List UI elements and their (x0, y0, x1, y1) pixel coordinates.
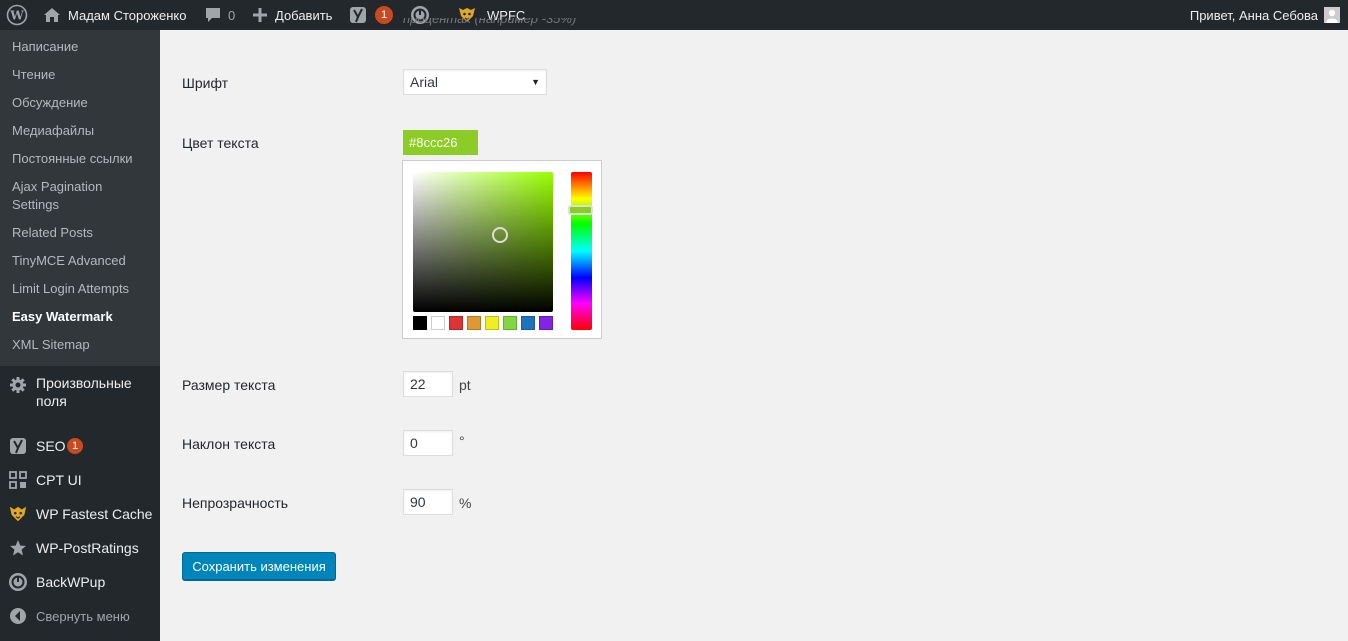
my-account-link[interactable]: Привет, Анна Себова (1190, 0, 1340, 30)
save-changes-button[interactable]: Сохранить изменения (182, 552, 336, 580)
comments-link[interactable]: 0 (204, 0, 235, 30)
submenu-item-writing[interactable]: Написание (12, 38, 152, 56)
palette-swatch-purple[interactable] (539, 316, 553, 330)
text-angle-unit: ° (459, 433, 465, 449)
seo-notification-badge: 1 (67, 438, 83, 454)
home-icon (43, 7, 61, 23)
collapse-menu-button[interactable]: Свернуть меню (0, 606, 160, 626)
palette-swatch-white[interactable] (431, 316, 445, 330)
opacity-input[interactable]: 90 (403, 489, 453, 515)
yoast-notification-badge: 1 (375, 6, 393, 24)
add-new-link[interactable]: Добавить (253, 0, 332, 30)
yoast-icon (349, 6, 367, 24)
field-description: процентах (например -35%) (403, 18, 576, 30)
text-angle-label: Наклон текста (182, 436, 276, 452)
admin-sidebar: Написание Чтение Обсуждение Медиафайлы П… (0, 30, 160, 641)
star-icon (8, 538, 28, 558)
font-select[interactable]: Arial ▼ (403, 69, 547, 95)
wordpress-logo-button[interactable]: W (6, 0, 28, 30)
menu-item-seo[interactable]: SEO 1 (0, 436, 160, 456)
menu-label-wp-fastest-cache: WP Fastest Cache (36, 506, 153, 522)
submenu-item-tinymce[interactable]: TinyMCE Advanced (12, 252, 152, 270)
backwpup-icon (8, 572, 28, 592)
submenu-item-permalinks[interactable]: Постоянные ссылки (12, 150, 152, 168)
site-name-link[interactable]: Мадам Стороженко (43, 0, 186, 30)
text-size-input[interactable]: 22 (403, 371, 453, 397)
menu-item-wp-postratings[interactable]: WP-PostRatings (0, 538, 160, 558)
submenu-item-limit-login[interactable]: Limit Login Attempts (12, 280, 152, 298)
gear-icon (8, 375, 28, 395)
font-select-value: Arial (410, 74, 439, 90)
wpfc-tiger-icon (8, 504, 28, 524)
font-label: Шрифт (182, 75, 229, 91)
submenu-item-ajax-pagination[interactable]: Ajax Pagination Settings (12, 178, 117, 214)
grid-icon (8, 470, 28, 490)
menu-label-custom-fields: Произвольные поля (36, 375, 132, 409)
admin-bar: W Мадам Стороженко 0 Добавить 1 WPFC При… (0, 0, 1348, 30)
plus-icon (253, 8, 267, 22)
comments-count: 0 (228, 7, 236, 23)
color-picker-panel (402, 160, 602, 339)
menu-item-backwpup[interactable]: BackWPup (0, 572, 160, 592)
color-picker-button[interactable]: #8ccc26 (403, 130, 478, 155)
menu-label-backwpup: BackWPup (36, 574, 106, 590)
palette-swatch-yellow[interactable] (485, 316, 499, 330)
opacity-unit: % (459, 495, 472, 511)
text-angle-input[interactable]: 0 (403, 430, 453, 456)
submenu-item-discussion[interactable]: Обсуждение (12, 94, 152, 112)
palette-swatch-blue[interactable] (521, 316, 535, 330)
wordpress-logo-icon: W (6, 4, 28, 26)
text-color-label: Цвет текста (182, 135, 259, 151)
avatar (1324, 7, 1340, 23)
comment-icon (204, 7, 222, 23)
menu-label-wp-postratings: WP-PostRatings (36, 540, 139, 556)
add-new-label: Добавить (275, 7, 333, 23)
text-size-unit: pt (459, 377, 471, 393)
submenu-item-media[interactable]: Медиафайлы (12, 122, 152, 140)
yoast-icon (8, 436, 28, 456)
hue-slider-handle[interactable] (568, 205, 593, 215)
submenu-item-related-posts[interactable]: Related Posts (12, 224, 152, 242)
palette-swatch-black[interactable] (413, 316, 427, 330)
settings-submenu: Написание Чтение Обсуждение Медиафайлы П… (0, 30, 160, 366)
svg-text:W: W (9, 9, 24, 23)
menu-item-custom-fields[interactable]: Произвольные поля (0, 374, 160, 414)
palette-swatch-green[interactable] (503, 316, 517, 330)
palette-swatch-orange[interactable] (467, 316, 481, 330)
color-value: #8ccc26 (409, 135, 458, 150)
color-picker-handle[interactable] (492, 227, 508, 243)
greeting: Привет, Анна Себова (1189, 7, 1318, 23)
hue-slider[interactable] (571, 172, 592, 330)
palette-swatch-red[interactable] (449, 316, 463, 330)
text-size-label: Размер текста (182, 377, 276, 393)
submenu-item-reading[interactable]: Чтение (12, 66, 152, 84)
menu-label-cpt-ui: CPT UI (36, 472, 82, 488)
submenu-item-easy-watermark[interactable]: Easy Watermark (12, 308, 152, 326)
submenu-item-xml-sitemap[interactable]: XML Sitemap (12, 336, 152, 354)
opacity-label: Непрозрачность (182, 495, 289, 511)
chevron-down-icon: ▼ (531, 77, 540, 87)
saturation-value-square[interactable] (413, 172, 553, 312)
field-description-text: процентах (например -35%) (403, 18, 577, 26)
collapse-icon (8, 606, 28, 626)
menu-item-cpt-ui[interactable]: CPT UI (0, 470, 160, 490)
yoast-menu-link[interactable]: 1 (349, 0, 393, 30)
menu-label-seo: SEO (36, 438, 66, 454)
collapse-menu-label: Свернуть меню (36, 609, 130, 624)
menu-item-wp-fastest-cache[interactable]: WP Fastest Cache (0, 504, 160, 524)
site-name: Мадам Стороженко (68, 7, 187, 23)
